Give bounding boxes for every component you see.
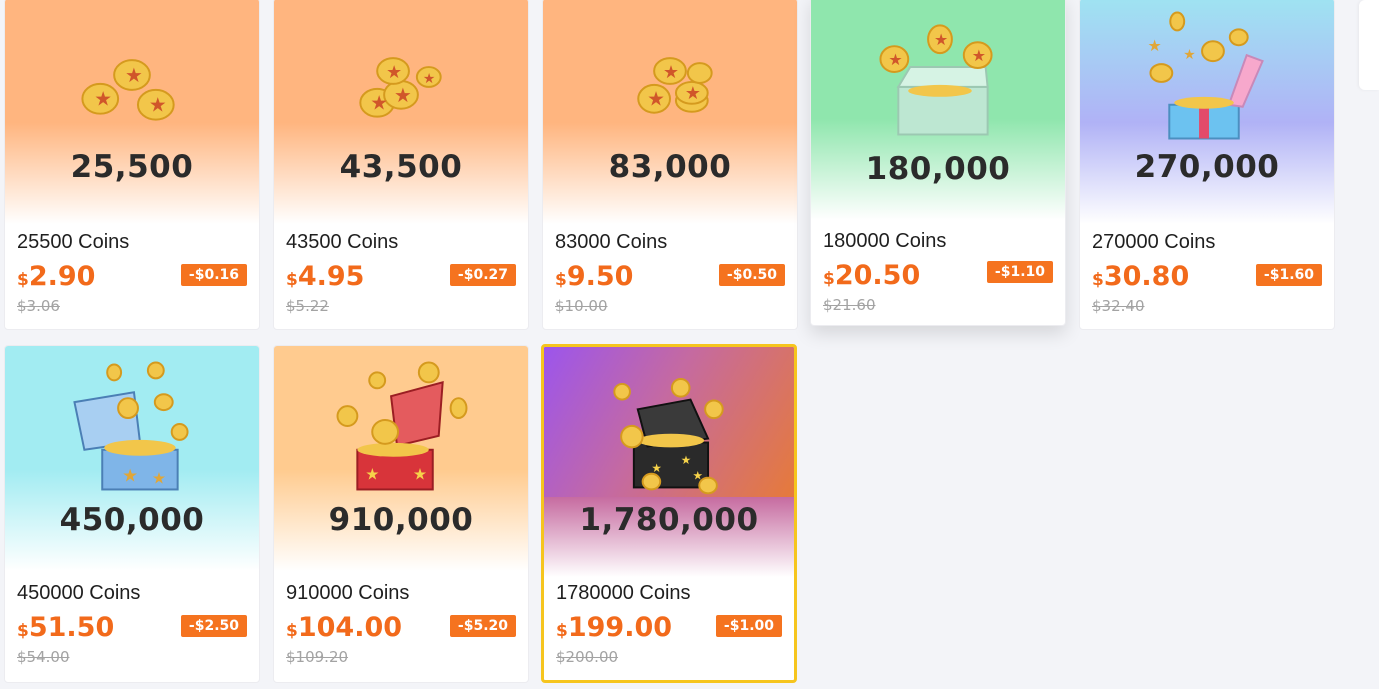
package-name: 450000 Coins <box>17 582 141 604</box>
svg-text:★: ★ <box>413 465 427 484</box>
price-value: 199.00 <box>567 612 673 643</box>
discount-badge: -$1.00 <box>715 615 782 637</box>
svg-text:★: ★ <box>1147 36 1161 55</box>
package-card-83000[interactable]: ★ ★ ★ 83,000 83000 Coins $9.50 -$0.50 $1… <box>542 0 798 330</box>
coin-amount: 180,000 <box>865 151 1011 187</box>
svg-text:★: ★ <box>122 466 138 487</box>
package-name: 270000 Coins <box>1092 231 1216 253</box>
currency-symbol: $ <box>17 621 29 641</box>
price-value: 104.00 <box>297 612 403 643</box>
svg-text:★: ★ <box>365 465 379 484</box>
svg-text:★: ★ <box>681 453 692 467</box>
sale-price: $9.50 <box>555 261 633 292</box>
discount-badge: -$0.16 <box>180 264 247 286</box>
svg-text:★: ★ <box>663 62 679 83</box>
original-price: $32.40 <box>1092 297 1145 315</box>
svg-text:★: ★ <box>972 46 986 65</box>
currency-symbol: $ <box>286 621 298 641</box>
coin-amount: 450,000 <box>59 502 205 538</box>
open-chest-icon: ★ ★ ★ <box>879 24 993 136</box>
svg-text:★: ★ <box>647 88 665 111</box>
package-card-43500[interactable]: ★ ★ ★ ★ 43,500 43500 Coins $4.95 -$0.27 … <box>273 0 529 330</box>
currency-symbol: $ <box>17 270 29 290</box>
original-price: $21.60 <box>823 296 876 314</box>
discount-badge: -$1.60 <box>1255 264 1322 286</box>
treasure-chest-icon: ★ ★ <box>336 361 468 491</box>
svg-text:★: ★ <box>685 83 701 104</box>
price-value: 20.50 <box>834 260 921 291</box>
sale-price: $104.00 <box>286 612 402 643</box>
svg-text:★: ★ <box>1183 47 1195 63</box>
svg-text:★: ★ <box>149 94 167 117</box>
svg-text:★: ★ <box>370 92 388 115</box>
sale-price: $4.95 <box>286 261 364 292</box>
svg-text:★: ★ <box>94 88 112 111</box>
currency-symbol: $ <box>286 270 298 290</box>
currency-symbol: $ <box>555 270 567 290</box>
package-name: 180000 Coins <box>823 230 947 252</box>
original-price: $54.00 <box>17 648 70 666</box>
discount-badge: -$0.27 <box>449 264 516 286</box>
coin-amount: 83,000 <box>608 149 732 185</box>
coin-amount: 910,000 <box>328 502 474 538</box>
package-name: 1780000 Coins <box>556 582 691 604</box>
coin-amount: 1,780,000 <box>579 502 759 538</box>
package-name: 43500 Coins <box>286 231 399 253</box>
price-value: 9.50 <box>566 261 634 292</box>
svg-text:★: ★ <box>888 50 902 69</box>
coin-amount: 270,000 <box>1134 149 1280 185</box>
original-price: $10.00 <box>555 297 608 315</box>
package-name: 910000 Coins <box>286 582 410 604</box>
price-value: 2.90 <box>28 261 96 292</box>
package-name: 83000 Coins <box>555 231 668 253</box>
original-price: $3.06 <box>17 297 60 315</box>
discount-badge: -$5.20 <box>449 615 516 637</box>
sale-price: $20.50 <box>823 260 920 291</box>
coin-amount: 25,500 <box>70 149 194 185</box>
treasure-chest-icon: ★ ★ <box>73 361 189 491</box>
svg-text:★: ★ <box>125 64 143 87</box>
svg-text:★: ★ <box>651 461 662 475</box>
svg-text:★: ★ <box>386 62 402 83</box>
treasure-chest-icon: ★ ★ ★ <box>613 378 724 495</box>
sale-price: $51.50 <box>17 612 114 643</box>
package-card-180000[interactable]: ★ ★ ★ 180,000 180000 Coins $20.50 -$1.10… <box>810 0 1066 326</box>
svg-text:★: ★ <box>692 469 703 483</box>
package-card-25500[interactable]: ★ ★ ★ 25,500 25500 Coins $2.90 -$0.16 $3… <box>4 0 260 330</box>
sale-price: $199.00 <box>556 612 672 643</box>
package-card-1780000[interactable]: ★ ★ ★ 1,780,000 1780000 Coins $199.00 -$… <box>541 344 797 683</box>
original-price: $109.20 <box>286 648 349 666</box>
coin-stack-icon: ★ ★ ★ <box>637 57 713 114</box>
original-price: $200.00 <box>556 648 619 666</box>
currency-symbol: $ <box>1092 270 1104 290</box>
coin-stack-icon: ★ ★ ★ ★ <box>359 57 442 118</box>
sale-price: $30.80 <box>1092 261 1189 292</box>
svg-text:★: ★ <box>152 469 166 488</box>
sale-price: $2.90 <box>17 261 95 292</box>
package-card-910000[interactable]: ★ ★ 910,000 910000 Coins $104.00 -$5.20 … <box>273 345 529 683</box>
discount-badge: -$2.50 <box>180 615 247 637</box>
discount-badge: -$1.10 <box>986 261 1053 283</box>
currency-symbol: $ <box>823 269 835 289</box>
side-panel-edge <box>1359 0 1379 90</box>
price-value: 4.95 <box>297 261 365 292</box>
original-price: $5.22 <box>286 297 329 315</box>
svg-text:★: ★ <box>423 71 435 87</box>
package-card-270000[interactable]: ★ ★ 270,000 270000 Coins $30.80 -$1.60 $… <box>1079 0 1335 330</box>
price-value: 30.80 <box>1103 261 1190 292</box>
svg-text:★: ★ <box>934 30 948 49</box>
currency-symbol: $ <box>556 621 568 641</box>
coin-amount: 43,500 <box>339 149 463 185</box>
price-value: 51.50 <box>28 612 115 643</box>
package-card-450000[interactable]: ★ ★ 450,000 450000 Coins $51.50 -$2.50 $… <box>4 345 260 683</box>
gift-box-icon: ★ ★ <box>1147 11 1264 140</box>
coin-package-grid: ★ ★ ★ 25,500 25500 Coins $2.90 -$0.16 $3… <box>0 0 1379 689</box>
svg-text:★: ★ <box>394 84 412 107</box>
coin-stack-icon: ★ ★ ★ <box>81 59 175 121</box>
package-name: 25500 Coins <box>17 231 130 253</box>
discount-badge: -$0.50 <box>718 264 785 286</box>
